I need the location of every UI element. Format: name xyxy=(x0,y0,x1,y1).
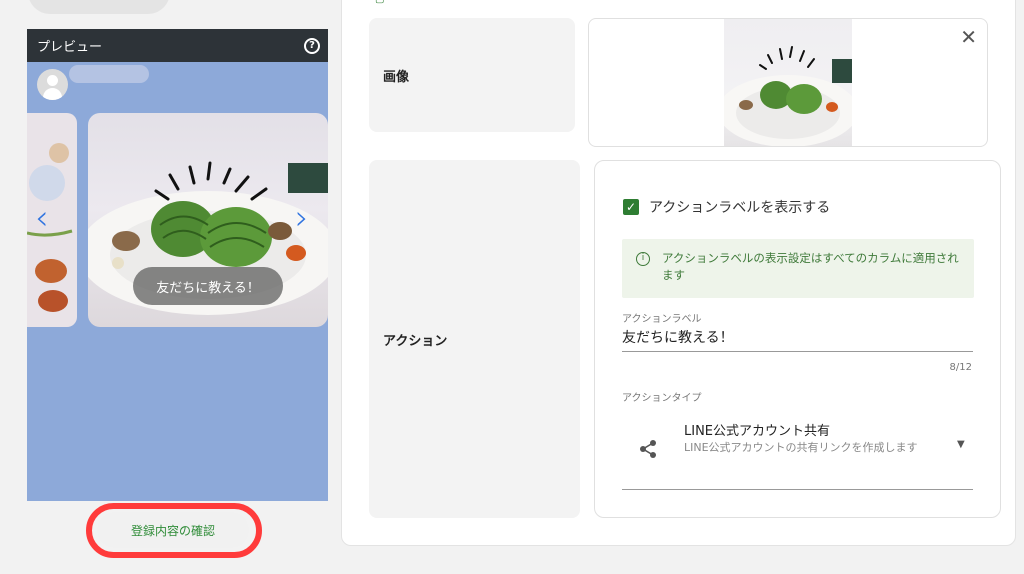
share-icon xyxy=(640,440,656,458)
action-settings-box: ✓ アクションラベルを表示する i アクションラベルの表示設定はすべてのカラムに… xyxy=(594,160,1001,518)
preview-panel: プレビュー ? 友だちに教える！ ‹ › xyxy=(27,29,328,501)
action-label-caption: アクションラベル xyxy=(622,314,702,325)
checkbox-checked-icon[interactable]: ✓ xyxy=(623,199,639,215)
action-type-description: LINE公式アカウントの共有リンクを作成します xyxy=(684,441,918,454)
show-label-checkbox-text: アクションラベルを表示する xyxy=(649,200,831,216)
preview-title: プレビュー xyxy=(37,40,103,55)
carousel-next-arrow-icon[interactable]: › xyxy=(295,201,309,235)
show-label-checkbox-row[interactable]: ✓ アクションラベルを表示する xyxy=(623,197,830,217)
carousel-prev-arrow-icon[interactable]: ‹ xyxy=(35,201,49,235)
image-label-cell: 画像 xyxy=(369,18,575,132)
carousel-card-main[interactable]: 友だちに教える！ xyxy=(88,113,328,327)
confirm-button[interactable]: 登録内容の確認 xyxy=(97,512,249,548)
action-label-input[interactable]: 友だちに教える！ xyxy=(622,327,734,347)
action-label-cell: アクション xyxy=(369,160,580,518)
action-type-underline xyxy=(622,489,973,490)
action-label-counter: 8/12 xyxy=(949,362,972,373)
close-icon[interactable]: ✕ xyxy=(960,25,977,49)
image-label: 画像 xyxy=(383,69,410,85)
help-icon[interactable]: ? xyxy=(304,37,320,54)
image-upload-box[interactable]: ✕ xyxy=(588,18,988,147)
action-section-label: アクション xyxy=(383,333,448,349)
chevron-down-icon[interactable]: ▼ xyxy=(957,439,965,450)
partial-top-item-right: — xyxy=(935,0,945,5)
image-thumbnail xyxy=(724,19,852,146)
preview-header: プレビュー ? xyxy=(27,29,328,62)
action-type-title[interactable]: LINE公式アカウント共有 xyxy=(684,420,830,439)
action-label-underline xyxy=(622,351,973,352)
top-pill-button[interactable] xyxy=(28,0,170,14)
info-banner: i アクションラベルの表示設定はすべてのカラムに適用されます xyxy=(622,239,974,298)
avatar xyxy=(37,69,68,100)
info-icon: i xyxy=(636,252,650,266)
card-action-label[interactable]: 友だちに教える！ xyxy=(133,267,283,305)
action-type-caption: アクションタイプ xyxy=(622,393,702,404)
info-text: アクションラベルの表示設定はすべてのカラムに適用されます xyxy=(662,251,959,283)
partial-top-item: ▢ xyxy=(375,0,384,5)
account-name-blurred xyxy=(69,65,149,83)
